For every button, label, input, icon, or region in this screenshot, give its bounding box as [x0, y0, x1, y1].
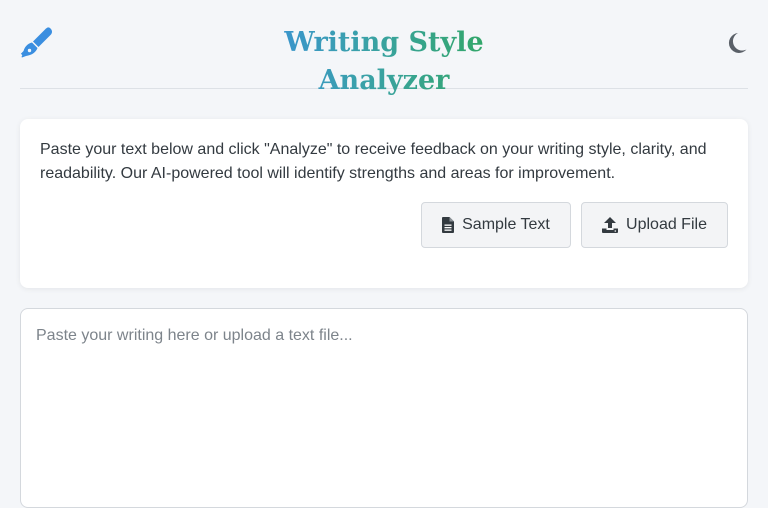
upload-file-button[interactable]: Upload File: [581, 202, 728, 248]
page-title: Writing Style Analyzer: [234, 24, 534, 100]
app-header: Writing Style Analyzer: [20, 0, 748, 96]
moon-icon[interactable]: [726, 31, 748, 55]
editor-card: [20, 308, 748, 508]
intro-description: Paste your text below and click "Analyze…: [40, 141, 707, 182]
sample-text-label: Sample Text: [462, 216, 550, 233]
writing-input[interactable]: [21, 309, 747, 507]
upload-file-label: Upload File: [626, 216, 707, 233]
file-icon: [442, 217, 455, 233]
upload-icon: [602, 217, 619, 233]
sample-text-button[interactable]: Sample Text: [421, 202, 571, 248]
pen-nib-icon: [20, 26, 54, 60]
intro-card: Paste your text below and click "Analyze…: [20, 119, 748, 288]
